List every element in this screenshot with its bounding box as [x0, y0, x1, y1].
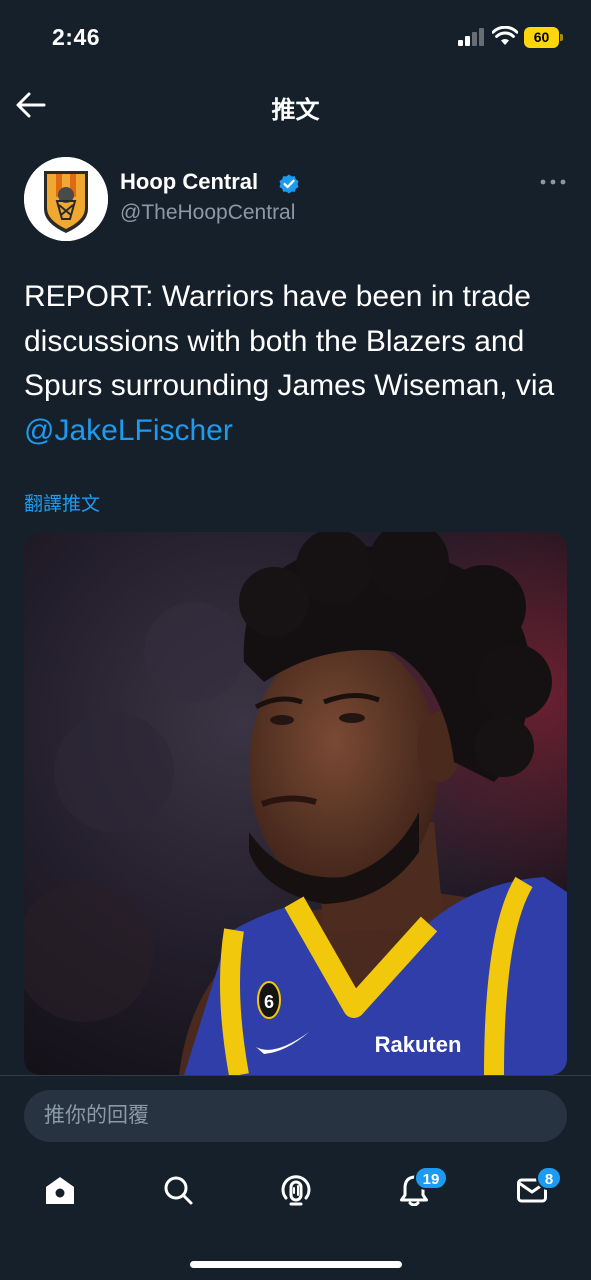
tab-home[interactable]	[30, 1166, 90, 1216]
nav-bar: 推文	[0, 76, 591, 136]
jersey-number: 6	[264, 992, 274, 1012]
tweet-text: REPORT: Warriors have been in trade disc…	[24, 275, 574, 453]
wifi-icon	[492, 26, 518, 45]
page-title: 推文	[271, 97, 320, 124]
status-bar: 2:46 60	[0, 0, 591, 76]
tweet-author: Hoop Central @TheHoopCentral	[0, 155, 591, 245]
jersey-sponsor: Rakuten	[375, 1032, 462, 1057]
avatar[interactable]	[24, 157, 108, 241]
hoop-central-logo-icon	[24, 157, 108, 241]
more-options-icon[interactable]	[540, 177, 566, 187]
tweet-text-body: REPORT: Warriors have been in trade disc…	[24, 280, 555, 402]
tab-spaces[interactable]	[266, 1166, 326, 1216]
battery-level: 60	[524, 27, 559, 48]
tweet-photo[interactable]: 6 Rakuten	[24, 532, 567, 1075]
status-time: 2:46	[52, 24, 101, 50]
verified-badge-icon	[279, 174, 299, 194]
search-icon	[164, 1176, 193, 1205]
reply-input[interactable]	[24, 1090, 567, 1142]
home-indicator	[190, 1261, 402, 1268]
mention-link[interactable]: @JakeLFischer	[24, 414, 233, 447]
translate-tweet-link[interactable]: 翻譯推文	[24, 489, 100, 516]
messages-badge: 8	[536, 1166, 562, 1190]
home-icon	[46, 1177, 74, 1204]
tab-search[interactable]	[148, 1166, 208, 1216]
tab-bar: 19 8	[0, 1160, 591, 1230]
notifications-badge: 19	[414, 1166, 448, 1190]
battery-icon: 60	[524, 27, 564, 48]
author-handle[interactable]: @TheHoopCentral	[120, 201, 295, 225]
spaces-microphone-icon	[281, 1175, 311, 1206]
player-photo-image: 6 Rakuten	[24, 532, 567, 1075]
author-name[interactable]: Hoop Central	[120, 169, 258, 195]
cellular-signal-icon	[458, 28, 486, 46]
